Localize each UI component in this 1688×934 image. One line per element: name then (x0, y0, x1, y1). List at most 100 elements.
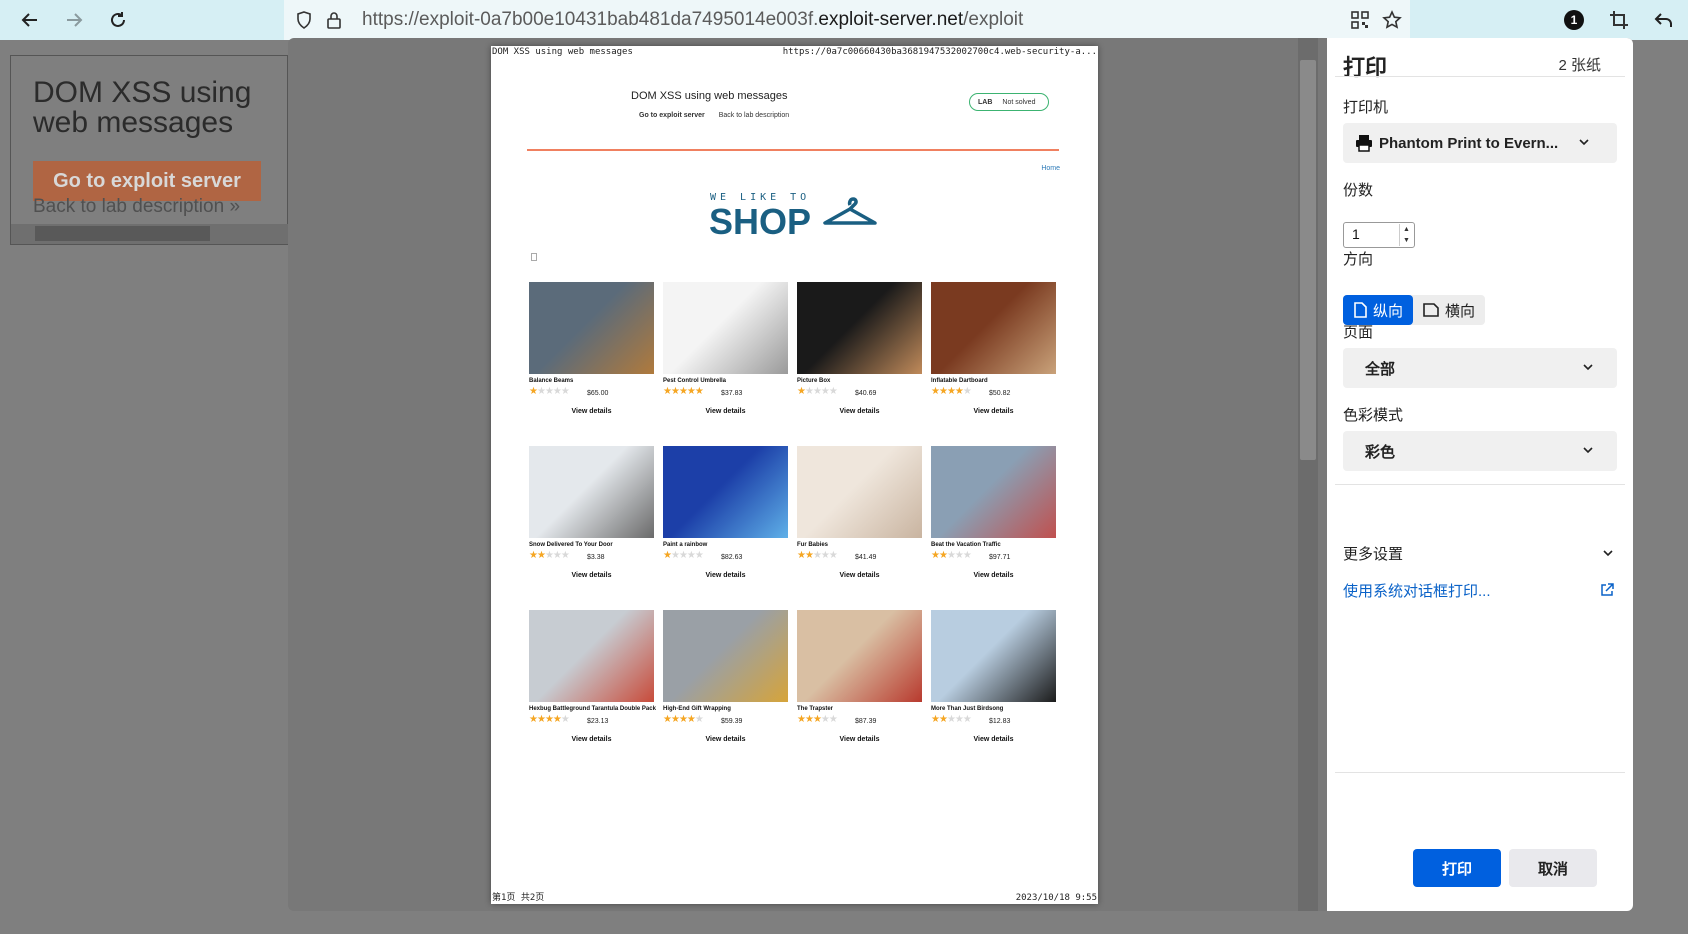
star-icon: ★ (931, 550, 940, 561)
lab-links: Go to exploit server Back to lab descrip… (639, 112, 789, 119)
product-price: $59.39 (721, 718, 743, 725)
star-icon: ★ (954, 714, 964, 725)
star-icon: ★ (938, 714, 948, 725)
bookmark-star-icon[interactable] (1376, 4, 1408, 36)
product-rating-stars: ★★★★★ (663, 714, 704, 725)
extension-badge-button[interactable]: 1 (1558, 4, 1590, 36)
lock-icon[interactable] (318, 4, 350, 36)
print-button[interactable]: 打印 (1413, 849, 1501, 887)
star-icon: ★ (544, 550, 554, 561)
product-price: $97.71 (989, 554, 1011, 561)
star-icon: ★ (946, 550, 956, 561)
forward-button[interactable] (58, 4, 90, 36)
preview-page-number: 第1页 共2页 (492, 893, 545, 903)
star-icon: ★ (962, 550, 972, 561)
copies-label: 份数 (1343, 182, 1374, 199)
star-icon: ★ (694, 386, 704, 397)
product-name: Fur Babies (797, 542, 829, 548)
star-icon: ★ (931, 386, 940, 397)
undo-button[interactable] (1648, 4, 1680, 36)
view-details-link: View details (705, 572, 746, 579)
star-icon: ★ (962, 386, 972, 397)
star-icon: ★ (560, 550, 570, 561)
landscape-button[interactable]: 横向 (1413, 295, 1485, 325)
lab-description-link: Back to lab description (718, 112, 790, 119)
preview-header-url: https://0a7c00660430ba3681947532002700c4… (782, 47, 1097, 57)
product-rating-stars: ★★★★★ (931, 386, 972, 397)
external-link-icon[interactable] (1599, 582, 1615, 598)
star-icon: ★ (804, 550, 814, 561)
print-preview-sheet: DOM XSS using web messages https://0a7c0… (491, 46, 1098, 904)
chevron-down-icon[interactable] (1601, 546, 1615, 560)
product-image (663, 282, 788, 374)
background-exploit-button[interactable]: Go to exploit server (33, 161, 261, 201)
reload-button[interactable] (102, 4, 134, 36)
url-path: /exploit (963, 9, 1024, 30)
product-price: $40.69 (855, 390, 877, 397)
back-button[interactable] (14, 4, 46, 36)
printer-select[interactable]: Phantom Print to Evern... (1343, 123, 1617, 163)
view-details-link: View details (973, 572, 1014, 579)
more-settings-toggle[interactable]: 更多设置 (1343, 543, 1403, 564)
pages-select[interactable]: 全部 (1343, 348, 1617, 388)
preview-scrollbar-thumb[interactable] (1300, 60, 1316, 460)
tracking-protection-icon[interactable] (288, 4, 320, 36)
view-details-link: View details (973, 736, 1014, 743)
star-icon: ★ (694, 714, 704, 725)
preview-print-date: 2023/10/18 9:55 (1015, 893, 1097, 903)
star-icon: ★ (804, 714, 814, 725)
star-icon: ★ (812, 386, 822, 397)
lab-badge-label: LAB (978, 98, 993, 106)
url-text: https://exploit-0a7b00e10431bab481da7495… (362, 9, 1023, 31)
color-mode-select[interactable]: 彩色 (1343, 431, 1617, 471)
product-rating-stars: ★★★★★ (797, 386, 838, 397)
product-rating-stars: ★★★★★ (797, 714, 838, 725)
star-icon: ★ (954, 386, 964, 397)
cancel-button[interactable]: 取消 (1509, 849, 1597, 887)
chevron-down-icon (1583, 447, 1593, 454)
qr-code-icon[interactable] (1344, 4, 1376, 36)
undo-arrow-icon (1654, 13, 1672, 27)
star-icon: ★ (828, 714, 838, 725)
color-mode-value: 彩色 (1365, 443, 1396, 461)
star-icon: ★ (946, 714, 956, 725)
product-rating-stars: ★★★★★ (931, 714, 972, 725)
star-icon: ★ (536, 550, 546, 561)
background-description-link[interactable]: Back to lab description » (33, 196, 240, 218)
product-image (529, 610, 654, 702)
view-details-link: View details (571, 736, 612, 743)
portrait-page-icon (1354, 302, 1367, 318)
copies-input[interactable]: 1 ▲ ▼ (1343, 222, 1415, 248)
product-name: Paint a rainbow (663, 542, 708, 548)
copies-stepper[interactable]: ▲ ▼ (1399, 224, 1413, 246)
star-icon: ★ (670, 386, 680, 397)
star-icon: ★ (536, 386, 546, 397)
crop-tool-button[interactable] (1603, 4, 1635, 36)
star-icon: ★ (962, 714, 972, 725)
product-image (663, 610, 788, 702)
printer-label: 打印机 (1343, 99, 1389, 116)
product-price: $65.00 (587, 390, 609, 397)
product-price: $82.63 (721, 554, 743, 561)
product-price: $23.13 (587, 718, 609, 725)
star-icon: ★ (678, 714, 688, 725)
star-icon: ★ (529, 550, 538, 561)
star-icon: ★ (678, 550, 688, 561)
lab-status-text: Not solved (1002, 98, 1036, 106)
arrow-right-icon (67, 13, 83, 27)
panel-separator (1335, 772, 1625, 773)
background-page-title: DOM XSS using web messages (33, 76, 252, 139)
star-icon: ★ (663, 386, 672, 397)
chevron-down-icon (1583, 364, 1593, 371)
view-details-link: View details (571, 572, 612, 579)
star-icon: ★ (812, 550, 822, 561)
portrait-label: 纵向 (1373, 302, 1404, 320)
system-dialog-link[interactable]: 使用系统对话框打印... (1343, 580, 1491, 601)
product-name: Pest Control Umbrella (663, 378, 727, 384)
product-rating-stars: ★★★★★ (797, 550, 838, 561)
hanger-icon (823, 197, 877, 225)
panel-separator (1335, 76, 1625, 77)
product-image (931, 282, 1056, 374)
star-icon: ★ (686, 386, 696, 397)
background-scrollbar-thumb[interactable] (35, 226, 210, 241)
